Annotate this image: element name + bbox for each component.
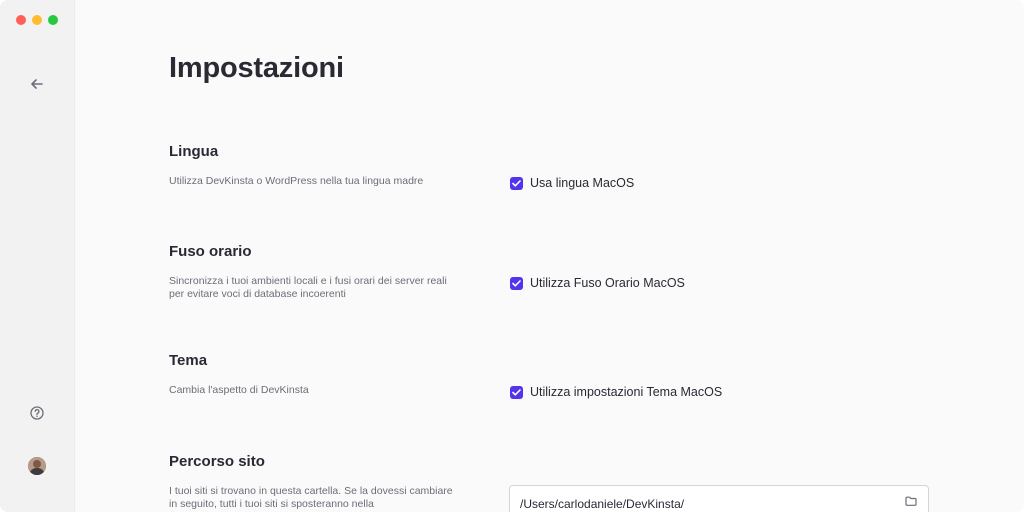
user-avatar[interactable] xyxy=(28,457,46,475)
section-site-path: Percorso sito I tuoi siti si trovano in … xyxy=(169,453,929,510)
use-macos-language-checkbox[interactable]: Usa lingua MacOS xyxy=(510,176,634,190)
main-content: Impostazioni Lingua Utilizza DevKinsta o… xyxy=(75,0,1024,512)
checkbox-checked[interactable] xyxy=(510,276,523,290)
checkbox-checked[interactable] xyxy=(510,176,523,190)
checkbox-label-language: Usa lingua MacOS xyxy=(530,176,635,190)
section-timezone: Fuso orario Sincronizza i tuoi ambienti … xyxy=(169,243,929,300)
section-desc-language: Utilizza DevKinsta o WordPress nella tua… xyxy=(169,175,424,187)
app-window: Impostazioni Lingua Utilizza DevKinsta o… xyxy=(0,0,1024,512)
use-macos-theme-checkbox[interactable]: Utilizza impostazioni Tema MacOS xyxy=(510,385,722,399)
section-theme: Tema Cambia l'aspetto di DevKinsta Utili… xyxy=(169,352,929,399)
back-button[interactable] xyxy=(27,74,47,94)
zoom-window-button[interactable] xyxy=(48,15,58,25)
question-circle-icon xyxy=(30,406,44,420)
check-icon xyxy=(512,388,521,396)
check-icon xyxy=(512,279,521,287)
avatar-image xyxy=(28,457,46,475)
section-desc-site-path: I tuoi siti si trovano in questa cartell… xyxy=(169,485,453,510)
checkbox-label-theme: Utilizza impostazioni Tema MacOS xyxy=(530,385,723,399)
close-window-button[interactable] xyxy=(16,15,26,25)
sidebar xyxy=(0,0,75,512)
use-macos-timezone-checkbox[interactable]: Utilizza Fuso Orario MacOS xyxy=(510,276,685,290)
arrow-left-icon xyxy=(31,79,43,89)
site-path-value: /Users/carlodaniele/DevKinsta/ xyxy=(520,497,685,511)
section-desc-timezone: Sincronizza i tuoi ambienti locali e i f… xyxy=(169,275,447,300)
section-desc-theme: Cambia l'aspetto di DevKinsta xyxy=(169,384,309,396)
page-title: Impostazioni xyxy=(169,52,344,84)
checkbox-checked[interactable] xyxy=(510,385,523,399)
site-path-field[interactable]: /Users/carlodaniele/DevKinsta/ xyxy=(509,485,929,512)
checkbox-label-timezone: Utilizza Fuso Orario MacOS xyxy=(530,276,685,290)
section-title-language: Lingua xyxy=(169,143,219,160)
help-button[interactable] xyxy=(27,403,47,423)
window-controls xyxy=(16,15,58,25)
section-language: Lingua Utilizza DevKinsta o WordPress ne… xyxy=(169,143,929,190)
section-title-theme: Tema xyxy=(169,352,208,369)
minimize-window-button[interactable] xyxy=(32,15,42,25)
check-icon xyxy=(512,179,521,187)
section-title-site-path: Percorso sito xyxy=(169,453,265,470)
section-title-timezone: Fuso orario xyxy=(169,243,252,260)
folder-icon[interactable] xyxy=(904,494,918,508)
